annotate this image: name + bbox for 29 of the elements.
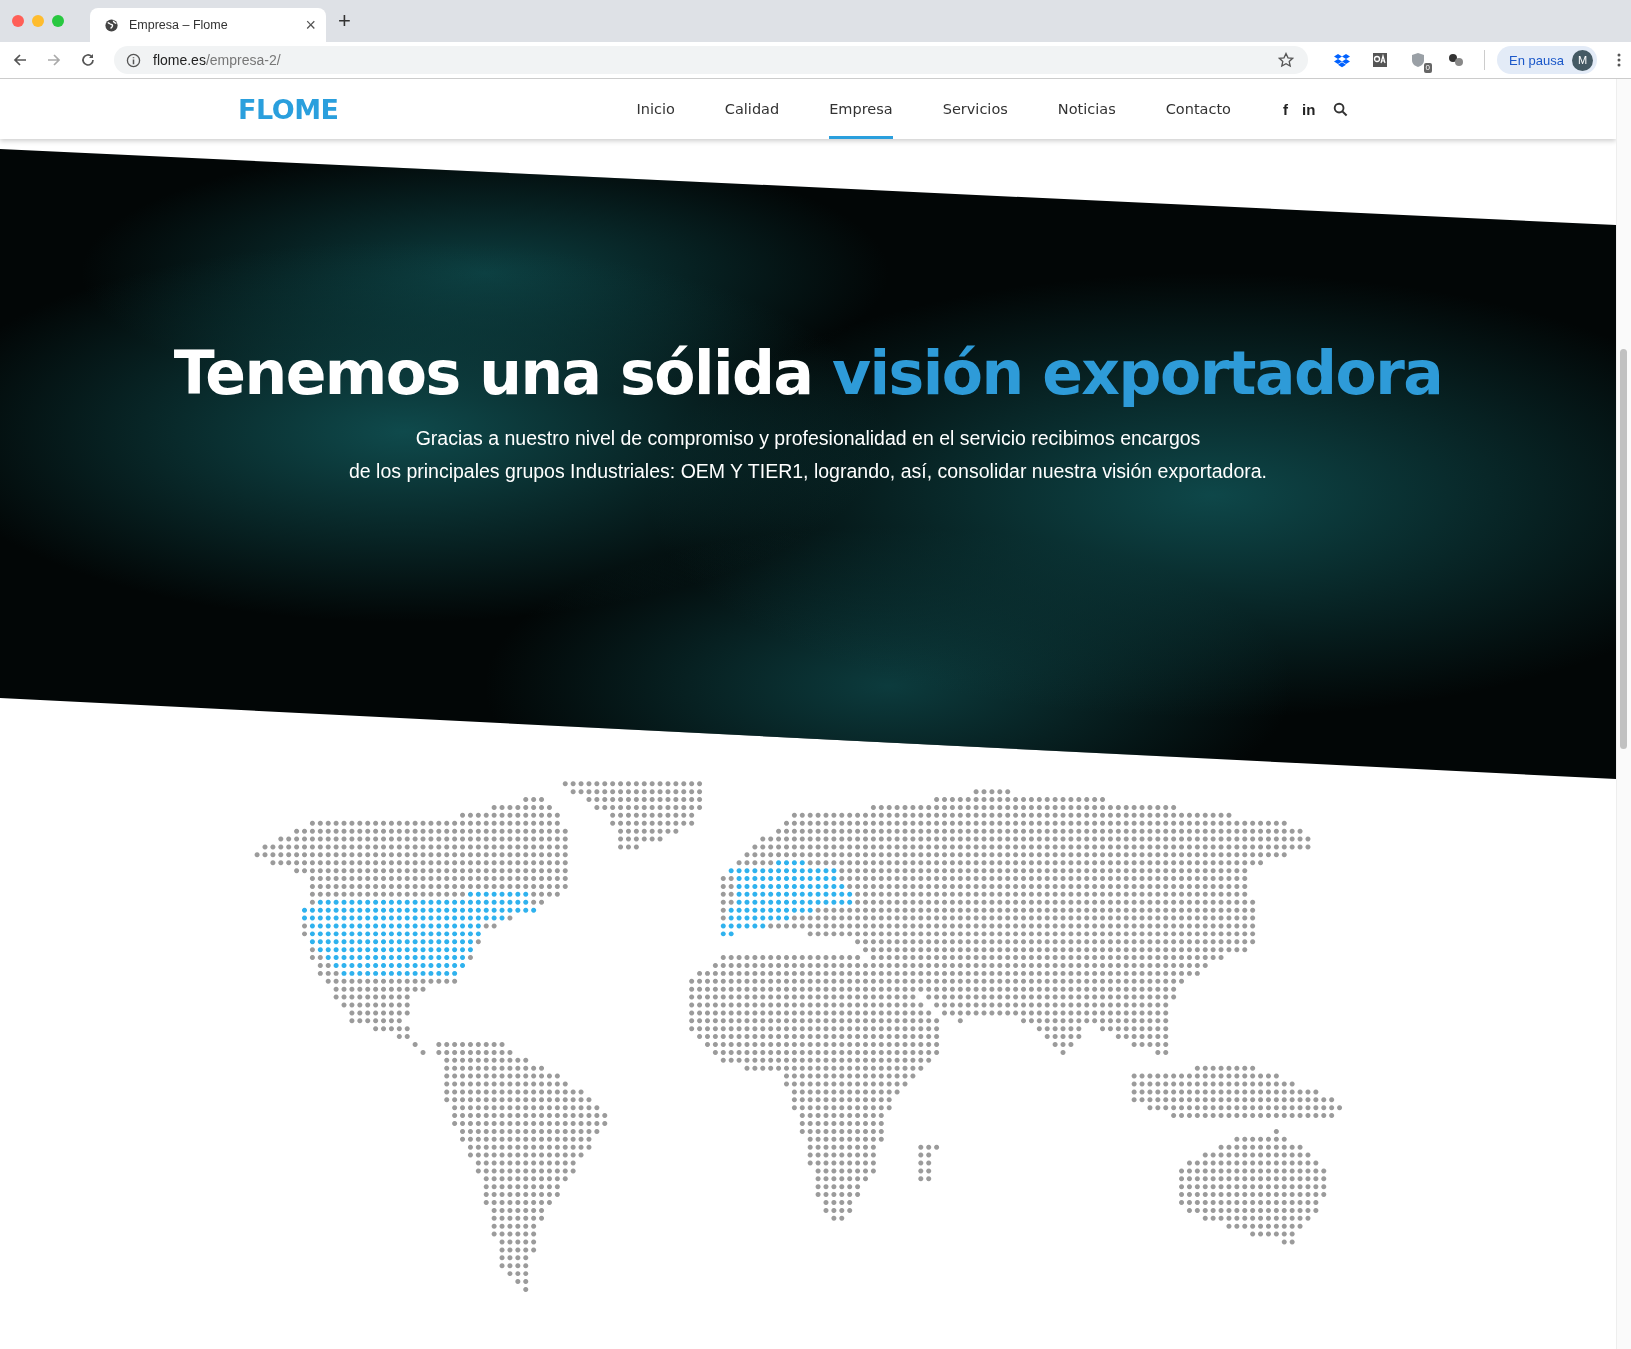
nav-link[interactable]: Contacto (1165, 79, 1231, 139)
social-icon[interactable]: f (1283, 100, 1288, 118)
back-icon[interactable] (12, 52, 28, 68)
scrollbar-thumb[interactable] (1620, 349, 1627, 749)
nav-link[interactable]: Inicio (636, 79, 675, 139)
social-icon[interactable]: in (1302, 100, 1316, 118)
nav-link[interactable]: Servicios (942, 79, 1008, 139)
nav-link[interactable]: Noticias (1057, 79, 1116, 139)
address-bar[interactable]: flome.es/empresa-2/ (114, 46, 1309, 74)
hero-headline: Tenemos una sólida visión exportadora (173, 340, 1443, 406)
browser-tab[interactable]: Empresa – Flome × (90, 8, 326, 42)
extension-badge: 0 (1423, 63, 1433, 73)
tab-title: Empresa – Flome (129, 18, 229, 32)
nav-link[interactable]: Calidad (724, 79, 780, 139)
info-icon (126, 52, 141, 68)
close-tab-button[interactable]: × (305, 16, 316, 34)
spheres-icon[interactable] (1448, 52, 1465, 68)
search-icon[interactable] (1333, 101, 1349, 117)
avatar: M (1572, 49, 1593, 71)
nav-link[interactable]: Empresa (829, 79, 893, 139)
star-icon[interactable] (1278, 52, 1295, 68)
profile-button[interactable]: En pausa M (1497, 46, 1597, 74)
new-tab-button[interactable]: + (338, 10, 351, 32)
shield-icon[interactable] (1410, 52, 1427, 68)
hero-text: Gracias a nuestro nivel de compromiso y profesionalidad en el servicio recibimos encargos de los principales grupos Industriales: OEM Y TIER1, logrando, así, consolidar nuestra visión exportadora. (348, 426, 1268, 484)
reload-icon[interactable] (80, 52, 96, 68)
chat-square-icon[interactable] (1372, 52, 1389, 68)
menu-icon[interactable] (1617, 52, 1621, 68)
box-icon[interactable] (1334, 52, 1351, 68)
